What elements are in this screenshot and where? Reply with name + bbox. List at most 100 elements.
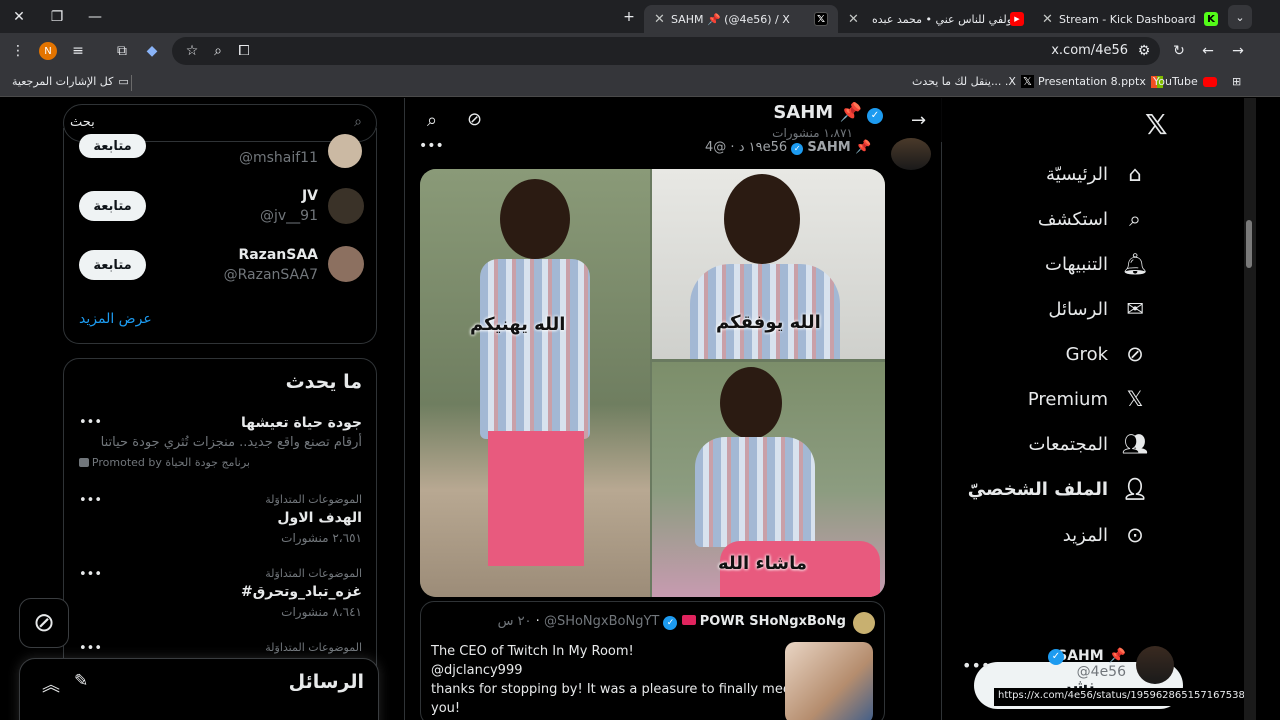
grok-floating-button[interactable]: ⊘ — [19, 598, 69, 648]
nav-grok[interactable]: ⊘ Grok — [1066, 334, 1148, 374]
minimize-window-icon[interactable]: — — [76, 0, 114, 33]
more-icon[interactable]: ••• — [79, 641, 102, 656]
x-logo-icon[interactable]: 𝕏 — [1145, 108, 1168, 141]
x-favicon-icon: 𝕏 — [814, 12, 828, 26]
tweet-avatar[interactable] — [891, 138, 931, 170]
tweet-photo[interactable]: الله يوفقكم الله يهنيكم ماشاء الله — [420, 169, 885, 597]
address-bar[interactable]: ☆ ⌕ ⧠ x.com/4e56 ⚙ — [172, 37, 1160, 65]
expand-up-icon[interactable]: ︽ — [42, 671, 60, 697]
install-app-icon[interactable]: ⧠ — [230, 37, 258, 65]
avatar — [328, 188, 364, 224]
messages-drawer[interactable]: الرسائل ︽ ✎ — [19, 658, 379, 720]
show-more-link[interactable]: عرض المزيد — [79, 311, 152, 327]
profile-icon[interactable]: N — [34, 37, 62, 65]
back-arrow-icon[interactable]: → — [911, 110, 926, 131]
quoted-tweet[interactable]: ٢٠ س · @SHoNgxBoNgYT ✓ POWR SHoNgxBoNg T… — [420, 601, 885, 720]
zoom-icon[interactable]: ⌕ — [204, 37, 232, 65]
quoted-tweet-thumbnail — [785, 642, 873, 720]
tab-search-icon[interactable]: ⌄ — [1228, 5, 1252, 29]
menu-kebab-icon[interactable]: ⋮ — [4, 37, 32, 65]
new-message-icon[interactable]: ✎ — [74, 671, 88, 691]
quoted-tweet-text: The CEO of Twitch In My Room! @djclancy9… — [431, 644, 796, 716]
avatar — [328, 246, 364, 282]
tab-close-icon[interactable]: ✕ — [654, 12, 665, 27]
child-head — [724, 174, 800, 264]
follow-button[interactable]: متابعة — [79, 134, 146, 158]
child-head — [500, 179, 570, 259]
more-circle-icon: ⊙ — [1126, 523, 1144, 547]
bookmark-youtube[interactable]: YouTube — [1153, 75, 1217, 88]
browser-toolbar: ⋮ N ≡ ⧉ ◆ ☆ ⌕ ⧠ x.com/4e56 ⚙ ↻ ← → — [0, 33, 1280, 69]
follow-button[interactable]: متابعة — [79, 250, 146, 280]
person-icon: 👤︎ — [1121, 476, 1149, 501]
bookmark-star-icon[interactable]: ☆ — [178, 37, 206, 65]
tab-kick[interactable]: ✕ Stream - Kick Dashboard K — [1036, 5, 1226, 33]
nav-messages[interactable]: ✉ الرسائل — [1048, 289, 1148, 329]
quoted-avatar — [853, 612, 875, 634]
scrollbar-thumb[interactable] — [1246, 220, 1252, 268]
promoted-icon — [79, 458, 89, 467]
avatar — [328, 134, 362, 168]
nav-home[interactable]: ⌂ الرئيسيّة — [1046, 154, 1148, 194]
apps-grid-icon[interactable]: ⊞ — [1232, 75, 1241, 88]
folder-icon: ▭ — [118, 75, 129, 88]
account-more-icon[interactable]: ••• — [962, 656, 990, 675]
kick-favicon-icon: K — [1204, 12, 1218, 26]
browser-titlebar: ✕ ❐ — + ✕ SAHM 📌 (@4e56) / X 𝕏 ✕ سولفي ل… — [0, 0, 1280, 33]
bookmark-x[interactable]: ينقل لك ما يحدث... .X 𝕏 — [912, 75, 1034, 88]
new-tab-icon[interactable]: + — [610, 0, 648, 33]
more-icon[interactable]: ••• — [79, 415, 102, 430]
bookmark-presentation[interactable]: Presentation 8.pptx — [1038, 75, 1163, 88]
x-page: 𝕏 ⌂ الرئيسيّة ⌕ استكشف 🔔︎ التنبيهات ✉ ال… — [0, 98, 1256, 720]
nav-profile[interactable]: 👤︎ الملف الشخصيّ — [968, 469, 1149, 509]
bookmarks-bar: كل الإشارات المرجعية ▭ ينقل لك ما يحدث..… — [0, 69, 1280, 97]
nav-explore[interactable]: ⌕ استكشف — [1038, 199, 1148, 239]
youtube-favicon-icon: ▶ — [1010, 12, 1024, 26]
verified-badge-icon: ✓ — [791, 143, 804, 155]
grok-icon[interactable]: ⊘ — [467, 109, 482, 130]
more-icon[interactable]: ••• — [79, 493, 102, 508]
child-shirt — [480, 259, 590, 439]
tweet-more-icon[interactable]: ••• — [419, 138, 444, 154]
nav-more[interactable]: ⊙ المزيد — [1063, 515, 1148, 555]
flag-icon — [681, 615, 696, 625]
scrollbar[interactable] — [1244, 98, 1256, 720]
all-bookmarks[interactable]: كل الإشارات المرجعية ▭ — [12, 75, 129, 88]
avatar[interactable] — [1136, 646, 1174, 684]
url-text[interactable]: x.com/4e56 — [1051, 43, 1128, 58]
more-icon[interactable]: ••• — [79, 567, 102, 582]
verified-badge-icon: ✓ — [663, 616, 678, 630]
child-shirt — [695, 437, 815, 547]
close-window-icon[interactable]: ✕ — [0, 0, 38, 33]
tab-sahm[interactable]: ✕ SAHM 📌 (@4e56) / X 𝕏 — [644, 5, 838, 33]
media-icon[interactable]: ≡ — [64, 37, 92, 65]
verified-badge-icon: ✓ — [1048, 649, 1064, 665]
x-favicon-icon: 𝕏 — [1020, 75, 1034, 88]
child-head — [720, 367, 782, 439]
who-to-follow-card: متابعة @mshaif11 متابعة JV @jv__91 متابع… — [63, 128, 377, 344]
tab-close-icon[interactable]: ✕ — [848, 12, 859, 27]
divider — [131, 75, 132, 91]
back-icon[interactable]: ← — [1194, 37, 1222, 65]
extension-diamond-icon[interactable]: ◆ — [138, 37, 166, 65]
child-pants — [488, 431, 584, 566]
tab-music[interactable]: ✕ سولفي للناس عني • محمد عبده ▶ — [840, 5, 1034, 33]
tab-close-icon[interactable]: ✕ — [1042, 12, 1053, 27]
profile-title: SAHM 📌 ✓ — [773, 102, 883, 124]
nav-communities[interactable]: 👥︎ المجتمعات — [1029, 424, 1149, 464]
search-icon: ⌕ — [1129, 206, 1141, 231]
status-url: https://x.com/4e56/status/19596286515716… — [994, 688, 1256, 706]
search-icon[interactable]: ⌕ — [427, 110, 437, 131]
quoted-author-row: ٢٠ س · @SHoNgxBoNgYT ✓ POWR SHoNgxBoNg — [497, 614, 846, 630]
nav-premium[interactable]: 𝕏 Premium — [1028, 379, 1148, 419]
follow-button[interactable]: متابعة — [79, 191, 146, 221]
forward-icon[interactable]: → — [1224, 37, 1252, 65]
restore-window-icon[interactable]: ❐ — [38, 0, 76, 33]
nav-notifications[interactable]: 🔔︎ التنبيهات — [1045, 244, 1148, 284]
site-settings-icon[interactable]: ⚙ — [1130, 37, 1158, 65]
extensions-icon[interactable]: ⧉ — [108, 37, 136, 65]
tweet-meta: ١٩ د · @4e56 ✓ SAHM 📌 — [705, 140, 872, 155]
bell-icon: 🔔︎ — [1121, 251, 1149, 276]
home-icon: ⌂ — [1128, 162, 1142, 186]
reload-icon[interactable]: ↻ — [1165, 37, 1193, 65]
